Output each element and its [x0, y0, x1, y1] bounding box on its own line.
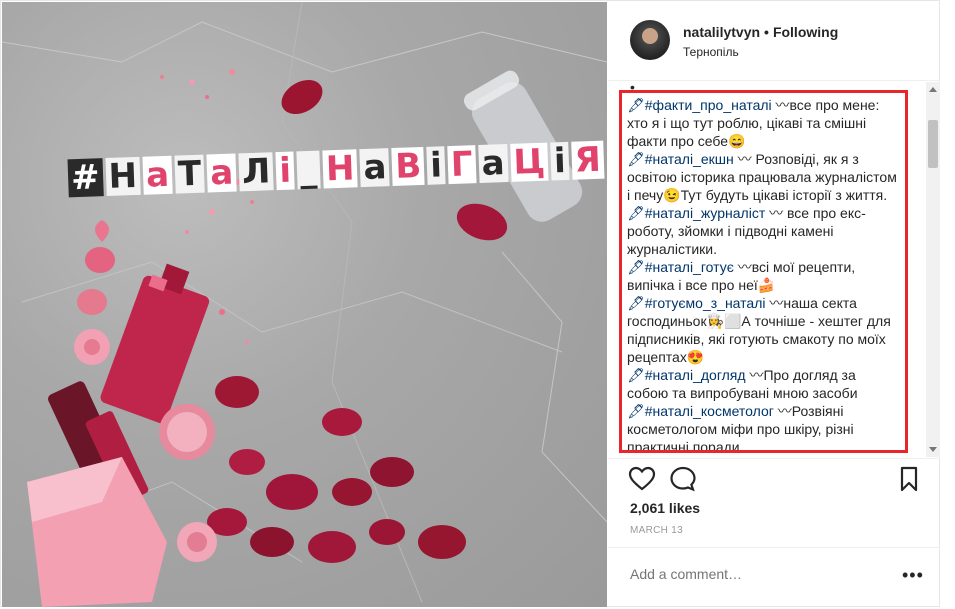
comment-icon[interactable]	[669, 466, 697, 492]
scroll-thumb[interactable]	[928, 120, 938, 168]
title-tile: Н	[322, 148, 359, 189]
caption-paragraph: 🖋#готуємо_з_наталі 〰наша секта господинь…	[627, 294, 899, 366]
hashtag-link[interactable]: 🖋#наталі_готує	[627, 259, 734, 275]
title-tile: Н	[104, 156, 141, 197]
separator-dot: •	[764, 24, 769, 40]
hashtag-link[interactable]: 🖋#факти_про_наталі	[627, 97, 772, 113]
title-tile: а	[359, 147, 391, 188]
username-link[interactable]: natalilytvyn	[683, 24, 760, 40]
comment-bar: •••	[608, 547, 940, 608]
caption-paragraph: 🖋#факти_про_наталі 〰все про мене: хто я …	[627, 96, 899, 150]
title-tile: а	[142, 155, 173, 196]
hashtag-link[interactable]: 🖋#наталі_журналіст	[627, 205, 765, 221]
caption-scrollbar[interactable]	[926, 82, 940, 457]
caption-paragraph: 🖋#наталі_журналіст 〰 все про екс-роботу,…	[627, 204, 899, 258]
hashtag-link[interactable]: 🖋#наталі_екшн	[627, 151, 734, 167]
title-tile: Г	[447, 144, 477, 185]
title-tile: _	[296, 150, 321, 190]
caption-paragraph: 🖋#наталі_готує 〰всі мої рецепти, випічка…	[627, 258, 899, 294]
likes-count[interactable]: 2,061 likes	[630, 500, 700, 516]
title-tile: і	[426, 145, 446, 186]
scroll-up-arrow-icon[interactable]	[929, 87, 937, 92]
title-tile: а	[206, 153, 237, 193]
photo-artwork	[2, 2, 607, 607]
title-tile: і	[550, 141, 570, 181]
bookmark-icon[interactable]	[895, 466, 923, 492]
caption-paragraph: 🖋#наталі_догляд 〰Про догляд за собою та …	[627, 366, 899, 402]
post-dialog: # Н а Т а Л і _ Н а В і Г а Ц і Я natali…	[0, 0, 940, 607]
user-line: natalilytvyn • Following	[683, 24, 838, 40]
post-photo[interactable]: # Н а Т а Л і _ Н а В і Г а Ц і Я	[2, 2, 607, 607]
title-tile: #	[67, 157, 104, 198]
add-comment-input[interactable]	[630, 566, 890, 582]
scroll-down-arrow-icon[interactable]	[929, 447, 937, 452]
hashtag-link[interactable]: 🖋#наталі_догляд	[627, 367, 746, 383]
title-tile: Ц	[509, 142, 549, 183]
title-tile: Т	[174, 154, 205, 195]
title-tile: а	[477, 143, 509, 184]
caption-area[interactable]: • 🖋#факти_про_наталі 〰все про мене: хто …	[608, 81, 940, 457]
caption-paragraph: 🖋#наталі_косметолог 〰Розвіяні косметолог…	[627, 402, 899, 450]
more-options-icon[interactable]: •••	[902, 565, 924, 586]
caption-highlight-box: 🖋#факти_про_наталі 〰все про мене: хто я …	[619, 90, 908, 453]
location-link[interactable]: Тернопіль	[683, 45, 739, 59]
avatar[interactable]	[630, 20, 670, 60]
hashtag-link[interactable]: 🖋#наталі_косметолог	[627, 403, 774, 419]
hashtag-link[interactable]: 🖋#готуємо_з_наталі	[627, 295, 765, 311]
title-tile: В	[391, 146, 425, 187]
title-tile: Я	[571, 140, 605, 181]
following-button[interactable]: Following	[773, 24, 838, 40]
title-tile: і	[275, 151, 295, 191]
post-header: natalilytvyn • Following Тернопіль	[608, 2, 940, 81]
action-bar	[608, 458, 940, 499]
heart-icon[interactable]	[628, 466, 656, 492]
title-tile: Л	[238, 151, 275, 192]
post-date[interactable]: MARCH 13	[630, 525, 683, 536]
caption-paragraph: 🖋#наталі_екшн 〰 Розповіді, як я з освіто…	[627, 150, 899, 204]
